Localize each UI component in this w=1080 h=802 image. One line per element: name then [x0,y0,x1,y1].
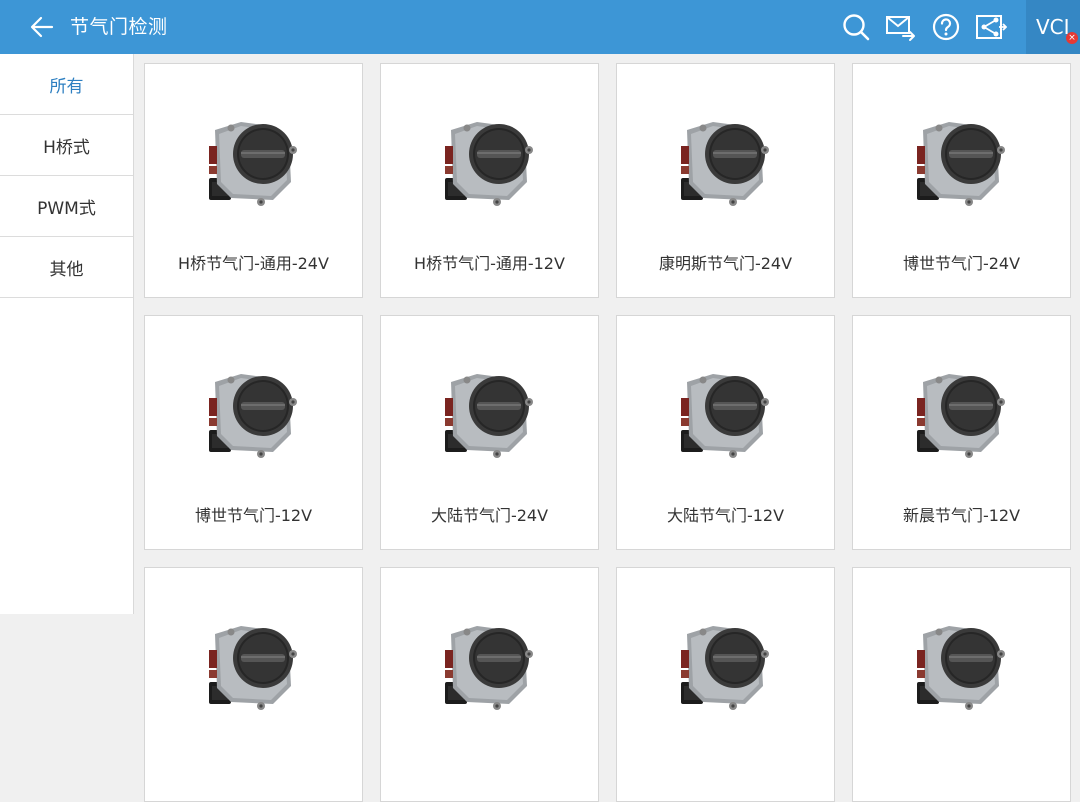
throttle-body-icon [437,616,545,716]
product-card-label: 康明斯节气门-24V [658,254,793,273]
sidebar-item-pwm[interactable]: PWM式 [0,176,133,237]
sidebar-item-other[interactable]: 其他 [0,237,133,298]
product-card[interactable] [616,567,835,802]
category-sidebar: 所有 H桥式 PWM式 其他 [0,54,134,614]
product-card[interactable]: 康明斯节气门-24V [616,63,835,298]
throttle-body-icon [909,112,1017,212]
product-card[interactable]: 大陆节气门-12V [616,315,835,550]
throttle-body-icon [909,616,1017,716]
sidebar-item-all[interactable]: 所有 [0,54,133,115]
product-card[interactable]: H桥节气门-通用-12V [380,63,599,298]
sidebar-item-label: 所有 [49,76,84,97]
mail-send-icon [886,16,915,41]
back-button[interactable] [26,11,58,43]
throttle-body-icon [909,364,1017,464]
product-card[interactable]: H桥节气门-通用-24V [144,63,363,298]
product-card-label: 博世节气门-12V [194,506,313,525]
vci-label: VCI [1036,15,1070,39]
product-card[interactable] [852,567,1071,802]
throttle-body-icon [437,364,545,464]
vci-disconnected-badge: × [1066,32,1078,44]
back-arrow-icon [30,16,54,38]
vci-status[interactable]: VCI × [1026,0,1080,54]
share-button[interactable] [975,11,1007,43]
throttle-body-icon [201,112,309,212]
throttle-body-icon [201,616,309,716]
throttle-body-icon [673,364,781,464]
sidebar-item-h-bridge[interactable]: H桥式 [0,115,133,176]
page-title: 节气门检测 [70,16,168,38]
product-card-label: H桥节气门-通用-12V [414,254,565,273]
search-icon [843,14,870,41]
product-card-label: H桥节气门-通用-24V [178,254,329,273]
throttle-body-icon [201,364,309,464]
product-card[interactable]: 博世节气门-12V [144,315,363,550]
product-card[interactable] [144,567,363,802]
help-icon [932,13,960,41]
product-card[interactable]: 新晨节气门-12V [852,315,1071,550]
throttle-body-icon [673,616,781,716]
product-card[interactable]: 博世节气门-24V [852,63,1071,298]
throttle-body-icon [673,112,781,212]
help-button[interactable] [930,11,962,43]
throttle-body-icon [437,112,545,212]
message-button[interactable] [885,11,917,43]
sidebar-item-label: PWM式 [37,198,96,219]
product-card-label: 大陆节气门-24V [430,506,549,525]
product-card-label: 博世节气门-24V [902,254,1021,273]
search-button[interactable] [840,11,872,43]
product-card-label: 大陆节气门-12V [666,506,785,525]
product-card-label: 新晨节气门-12V [902,506,1021,525]
sidebar-item-label: H桥式 [43,137,90,158]
product-card[interactable]: 大陆节气门-24V [380,315,599,550]
product-card[interactable] [380,567,599,802]
sidebar-item-label: 其他 [49,259,84,280]
share-icon [976,15,1007,39]
top-bar: 节气门检测 VCI × [0,0,1080,54]
